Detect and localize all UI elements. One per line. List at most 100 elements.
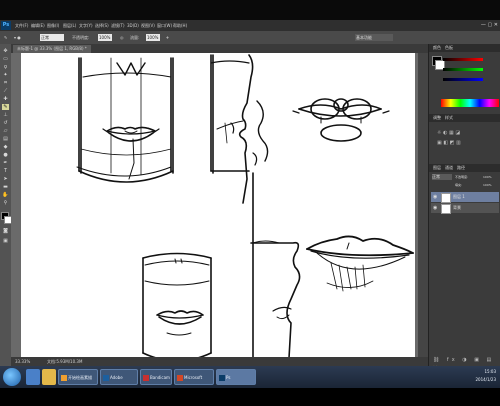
quick-select-tool-icon[interactable]: ✦ bbox=[2, 72, 9, 78]
opacity-field[interactable]: 100% bbox=[98, 34, 112, 41]
quick-mask-icon[interactable]: ◙ bbox=[2, 228, 9, 234]
clone-stamp-tool-icon[interactable]: ⊥ bbox=[2, 112, 9, 118]
document-tab[interactable]: 未标题-1 @ 33.3% (图层 1, RGB/8) * bbox=[13, 45, 91, 53]
menu-type[interactable]: 文字(Y) bbox=[79, 20, 93, 31]
menu-edit[interactable]: 编辑(E) bbox=[31, 20, 45, 31]
menu-help[interactable]: 帮助(H) bbox=[173, 20, 187, 31]
eye-icon[interactable]: ◉ bbox=[433, 192, 437, 202]
taskbar-app-label: Ps bbox=[226, 375, 231, 380]
tab-swatches[interactable]: 色板 bbox=[443, 44, 455, 52]
windows-taskbar: 开始绘画素描 Adobe Photosh... Bandicam Microso… bbox=[0, 366, 500, 396]
layer-row[interactable]: ◉ 背景 bbox=[431, 203, 499, 214]
layer-thumbnail bbox=[441, 193, 451, 203]
pen-tool-icon[interactable]: ✒ bbox=[2, 160, 9, 166]
layer-opacity-label: 不透明度: bbox=[455, 175, 469, 179]
layer-thumbnail bbox=[441, 204, 451, 214]
hand-tool-icon[interactable]: ✋ bbox=[2, 192, 9, 198]
menu-filter[interactable]: 滤镜(T) bbox=[111, 20, 125, 31]
adjustment-icons[interactable]: ☼ ◐ ▦ ◪ ▣ ◧ ◩ ▥ bbox=[437, 128, 495, 158]
red-slider[interactable] bbox=[443, 58, 483, 61]
sketch-side-cylinder bbox=[210, 54, 269, 204]
lasso-tool-icon[interactable]: ϙ bbox=[2, 64, 9, 70]
healing-tool-icon[interactable]: ✚ bbox=[2, 96, 9, 102]
letterbox-bottom bbox=[0, 388, 500, 406]
dodge-tool-icon[interactable]: ● bbox=[2, 152, 9, 158]
sketch-lip-construction bbox=[292, 98, 390, 142]
workspace-switcher[interactable]: 基本功能 bbox=[355, 34, 393, 41]
explorer-taskbar-icon[interactable] bbox=[42, 369, 56, 385]
layer-fill-field[interactable]: 100% bbox=[483, 182, 492, 188]
ps-app-icon bbox=[219, 375, 225, 381]
taskbar-app-button[interactable]: Bandicam bbox=[140, 369, 172, 385]
menu-window[interactable]: 窗口(W) bbox=[157, 20, 172, 31]
blur-tool-icon[interactable]: ◆ bbox=[2, 144, 9, 150]
vertical-scrollbar[interactable] bbox=[418, 53, 428, 357]
status-zoom[interactable]: 33.33% bbox=[15, 357, 30, 366]
tab-adjustments[interactable]: 调整 bbox=[431, 114, 443, 122]
window-controls[interactable]: — ▢ ✕ bbox=[481, 21, 498, 30]
green-slider[interactable] bbox=[443, 68, 483, 71]
screen-mode-icon[interactable]: ▣ bbox=[2, 238, 9, 244]
tab-color[interactable]: 颜色 bbox=[431, 44, 443, 52]
menu-bar: Ps 文件(F) 编辑(E) 图像(I) 图层(L) 文字(Y) 选择(S) 滤… bbox=[0, 20, 500, 31]
marquee-tool-icon[interactable]: ▭ bbox=[2, 56, 9, 62]
airbrush-icon[interactable]: ✈ bbox=[166, 31, 169, 44]
start-button-icon[interactable] bbox=[3, 368, 21, 386]
pressure-opacity-icon[interactable]: ◎ bbox=[120, 31, 124, 44]
taskbar-app-button[interactable]: 开始绘画素描 bbox=[58, 369, 98, 385]
clock-date: 2014/1/23 bbox=[475, 377, 496, 382]
move-tool-icon[interactable]: ✥ bbox=[2, 48, 9, 54]
gradient-tool-icon[interactable]: ▤ bbox=[2, 136, 9, 142]
status-doc-info: 文档:5.93M/10.3M bbox=[47, 359, 83, 364]
menu-select[interactable]: 选择(S) bbox=[95, 20, 109, 31]
eraser-tool-icon[interactable]: ▱ bbox=[2, 128, 9, 134]
layer-actions[interactable]: ⛓ fx ◑ ▣ ▤ ✕ bbox=[433, 356, 497, 371]
blue-slider[interactable] bbox=[443, 78, 483, 81]
taskbar-app-button[interactable]: Microsoft Powe... bbox=[174, 369, 214, 396]
menu-3d[interactable]: 3D(D) bbox=[127, 20, 139, 31]
brush-tool-button-icon[interactable]: ✎ bbox=[2, 104, 9, 110]
eyedropper-tool-icon[interactable]: ⟋ bbox=[2, 88, 9, 94]
powerpoint-app-icon bbox=[177, 375, 183, 381]
type-tool-icon[interactable]: T bbox=[2, 168, 9, 174]
app-icon bbox=[61, 375, 67, 381]
brush-preset-picker[interactable]: ▾ ● bbox=[14, 31, 21, 44]
path-select-tool-icon[interactable]: ➤ bbox=[2, 176, 9, 182]
tab-layers[interactable]: 图层 bbox=[431, 164, 443, 172]
layer-opacity-field[interactable]: 100% bbox=[483, 174, 492, 180]
history-brush-tool-icon[interactable]: ↺ bbox=[2, 120, 9, 126]
menu-view[interactable]: 视图(V) bbox=[141, 20, 155, 31]
taskbar-app-button[interactable]: Ps bbox=[216, 369, 256, 385]
color-panel-tabs: 颜色 色板 bbox=[429, 44, 500, 52]
menu-layer[interactable]: 图层(L) bbox=[63, 20, 76, 31]
shape-tool-icon[interactable]: ▬ bbox=[2, 184, 9, 190]
sketch-profile-lines bbox=[250, 172, 301, 359]
letterbox-top bbox=[0, 0, 500, 20]
tab-channels[interactable]: 通道 bbox=[443, 164, 455, 172]
adjust-panel-tabs: 调整 样式 bbox=[429, 114, 500, 122]
color-spectrum[interactable] bbox=[441, 99, 499, 107]
drawing-canvas[interactable] bbox=[21, 53, 415, 367]
menu-file[interactable]: 文件(F) bbox=[15, 20, 28, 31]
layer-name: 背景 bbox=[453, 205, 461, 210]
zoom-tool-icon[interactable]: ⚲ bbox=[2, 200, 9, 206]
flow-field[interactable]: 100% bbox=[146, 34, 160, 41]
photoshop-app-icon bbox=[103, 375, 109, 381]
tab-paths[interactable]: 路径 bbox=[455, 164, 467, 172]
eye-icon[interactable]: ◉ bbox=[433, 203, 437, 213]
crop-tool-icon[interactable]: ⌗ bbox=[2, 80, 9, 86]
system-tray-clock[interactable]: 15:03 2014/1/23 bbox=[475, 368, 496, 384]
mode-select[interactable]: 正常 bbox=[40, 34, 64, 41]
taskbar-app-label: Bandicam bbox=[150, 375, 170, 380]
sketch-large-lips bbox=[306, 235, 414, 292]
layer-fill-label: 填充: bbox=[455, 183, 463, 187]
photoshop-window: Ps 文件(F) 编辑(E) 图像(I) 图层(L) 文字(Y) 选择(S) 滤… bbox=[0, 20, 500, 371]
brush-tool-icon[interactable]: ✎ bbox=[4, 31, 7, 44]
options-bar: ✎ ▾ ● 正常 不透明度: 100% ◎ 流量: 100% ✈ 基本功能 bbox=[0, 31, 500, 45]
taskbar-app-button[interactable]: Adobe Photosh... bbox=[100, 369, 138, 396]
tab-styles[interactable]: 样式 bbox=[443, 114, 455, 122]
ie-taskbar-icon[interactable] bbox=[26, 369, 40, 385]
layer-row[interactable]: ◉ 图层 1 bbox=[431, 192, 499, 203]
menu-image[interactable]: 图像(I) bbox=[47, 20, 59, 31]
blend-mode-select[interactable]: 正常 bbox=[432, 174, 452, 180]
